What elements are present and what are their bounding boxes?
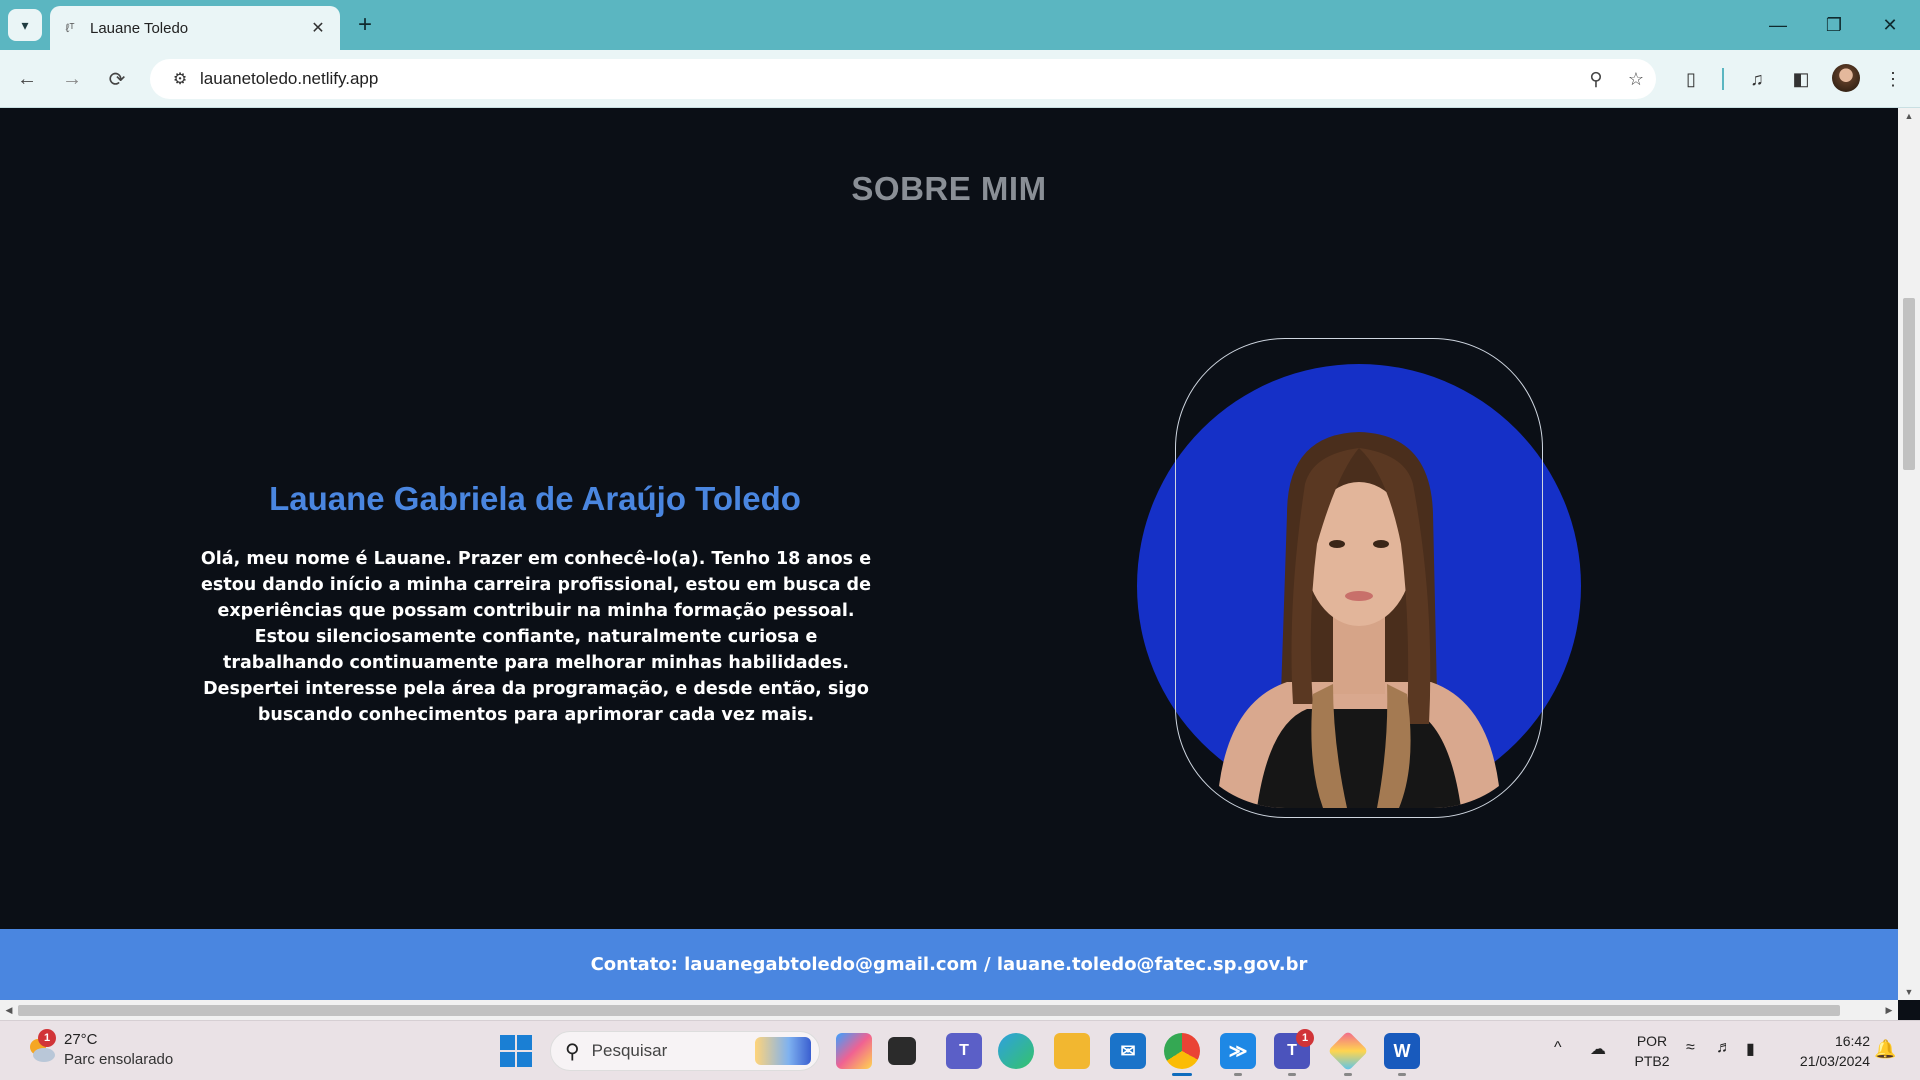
onedrive-icon[interactable]: ☁ xyxy=(1590,1039,1606,1059)
teams-new-badge: 1 xyxy=(1296,1029,1314,1047)
taskbar-search[interactable]: ⚲ Pesquisar xyxy=(550,1031,820,1071)
section-title: SOBRE MIM xyxy=(851,170,1047,207)
chrome-active-indicator xyxy=(1172,1073,1192,1076)
scroll-down-icon[interactable]: ▼ xyxy=(1898,984,1920,1000)
menu-icon[interactable]: ⋮ xyxy=(1876,62,1910,96)
page-viewport: SOBRE MIM Lauane Gabriela de Araújo Tole… xyxy=(0,108,1898,1000)
close-window-icon[interactable]: ✕ xyxy=(1862,0,1918,50)
profile-bio: Olá, meu nome é Lauane. Prazer em conhec… xyxy=(200,549,872,725)
search-highlight-icon xyxy=(755,1037,811,1065)
search-placeholder: Pesquisar xyxy=(591,1041,668,1060)
app-diamond-indicator xyxy=(1344,1073,1352,1076)
toolbar-divider xyxy=(1722,68,1724,90)
tab-search-icon[interactable]: ▾ xyxy=(8,9,42,41)
taskview-icon[interactable] xyxy=(888,1037,916,1065)
profile-avatar[interactable] xyxy=(1832,64,1860,92)
clock-time: 16:42 xyxy=(1834,1033,1870,1049)
notification-bell-icon[interactable]: 🔔 xyxy=(1874,1039,1896,1060)
copilot-icon[interactable] xyxy=(836,1033,872,1069)
volume-icon[interactable]: ♬ xyxy=(1716,1039,1732,1057)
contact-text[interactable]: Contato: lauanegabtoledo@gmail.com / lau… xyxy=(591,954,1308,975)
word-indicator xyxy=(1398,1073,1406,1076)
minimize-icon[interactable]: — xyxy=(1750,0,1806,50)
app-diamond-icon[interactable] xyxy=(1327,1030,1369,1072)
new-tab-button[interactable]: + xyxy=(350,10,380,40)
keyboard-layout: PTB2 xyxy=(1634,1053,1670,1069)
sidepanel-icon[interactable]: ◧ xyxy=(1784,62,1818,96)
favicon-icon: ℓᵀ xyxy=(65,21,75,35)
edge-icon[interactable] xyxy=(998,1033,1034,1069)
restore-icon[interactable]: ❐ xyxy=(1806,0,1862,50)
windows-start-icon[interactable] xyxy=(500,1035,532,1067)
windows-taskbar: 1 27°C Parc ensolarado ⚲ Pesquisar T ✉ ≫… xyxy=(0,1020,1920,1080)
weather-badge: 1 xyxy=(38,1029,56,1047)
mail-icon[interactable]: ✉ xyxy=(1110,1033,1146,1069)
profile-photo xyxy=(1137,338,1581,818)
extensions-icon[interactable]: ▯ xyxy=(1674,62,1708,96)
weather-description[interactable]: Parc ensolarado xyxy=(64,1051,173,1068)
vscode-indicator xyxy=(1234,1073,1242,1076)
horizontal-scrollbar[interactable]: ◀ ▶ xyxy=(0,1000,1898,1020)
browser-tab-strip: ▾ ℓᵀ Lauane Toledo ✕ + — ❐ ✕ xyxy=(0,0,1920,50)
media-icon[interactable]: ♫ xyxy=(1740,62,1774,96)
star-icon[interactable]: ☆ xyxy=(1616,69,1656,90)
forward-icon[interactable]: → xyxy=(55,62,89,96)
vertical-scrollbar[interactable]: ▲ ▼ xyxy=(1898,108,1920,1000)
browser-tab[interactable]: ℓᵀ Lauane Toledo ✕ xyxy=(50,6,340,50)
teams-icon[interactable]: T xyxy=(946,1033,982,1069)
clock[interactable]: 16:42 21/03/2024 xyxy=(1784,1031,1870,1071)
search-icon: ⚲ xyxy=(565,1040,580,1063)
battery-icon[interactable]: ▮ xyxy=(1746,1039,1755,1059)
file-explorer-icon[interactable] xyxy=(1054,1033,1090,1069)
tray-chevron-icon[interactable]: ^ xyxy=(1554,1039,1562,1057)
contact-footer: Contato: lauanegabtoledo@gmail.com / lau… xyxy=(0,929,1898,1000)
scroll-up-icon[interactable]: ▲ xyxy=(1898,108,1920,124)
profile-name: Lauane Gabriela de Araújo Toledo xyxy=(269,480,801,517)
clock-date: 21/03/2024 xyxy=(1799,1053,1870,1069)
word-icon[interactable]: W xyxy=(1384,1033,1420,1069)
vscode-icon[interactable]: ≫ xyxy=(1220,1033,1256,1069)
language-indicator[interactable]: POR PTB2 xyxy=(1632,1031,1672,1071)
tab-close-icon[interactable]: ✕ xyxy=(308,18,328,38)
weather-temperature[interactable]: 27°C xyxy=(64,1031,98,1048)
scroll-right-icon[interactable]: ▶ xyxy=(1880,1000,1898,1020)
vertical-scroll-thumb[interactable] xyxy=(1903,298,1915,470)
chrome-icon[interactable] xyxy=(1164,1033,1200,1069)
browser-toolbar: ← → ⟳ ⚙ lauanetoledo.netlify.app ⚲ ☆ ▯ ♫… xyxy=(0,50,1920,108)
scroll-left-icon[interactable]: ◀ xyxy=(0,1000,18,1020)
teams-new-indicator xyxy=(1288,1073,1296,1076)
wifi-icon[interactable]: ≈ xyxy=(1686,1039,1695,1057)
back-icon[interactable]: ← xyxy=(10,62,44,96)
zoom-icon[interactable]: ⚲ xyxy=(1576,69,1616,90)
url-text[interactable]: lauanetoledo.netlify.app xyxy=(200,69,1576,89)
language-code: POR xyxy=(1636,1033,1668,1049)
photo-frame xyxy=(1175,338,1543,818)
horizontal-scroll-thumb[interactable] xyxy=(18,1005,1840,1016)
reload-icon[interactable]: ⟳ xyxy=(100,62,134,96)
address-bar[interactable]: ⚙ lauanetoledo.netlify.app ⚲ ☆ xyxy=(150,59,1656,99)
tab-title: Lauane Toledo xyxy=(90,19,189,37)
site-info-icon[interactable]: ⚙ xyxy=(160,69,200,89)
